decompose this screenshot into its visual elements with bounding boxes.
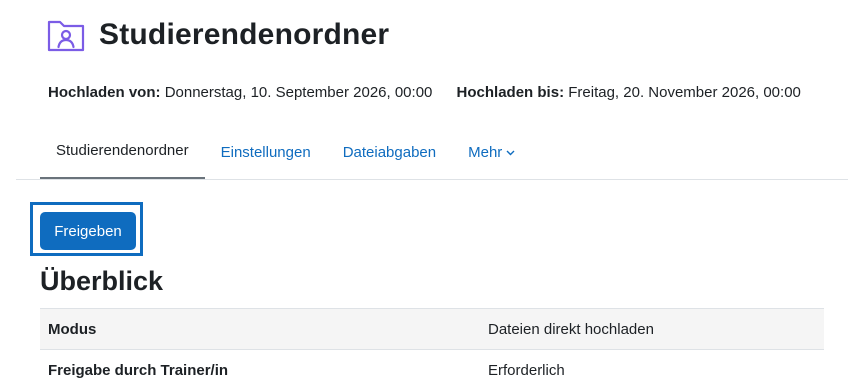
tab-label: Dateiabgaben [342,143,437,161]
upload-from-value: Donnerstag, 10. September 2026, 00:00 [164,84,433,101]
tab-einstellungen[interactable]: Einstellungen [205,124,327,180]
release-button[interactable]: Freigeben [40,212,136,250]
secondary-navigation: Studierendenordner Einstellungen Dateiab… [40,124,531,180]
upload-from: Hochladen von: Donnerstag, 10. September… [48,84,432,101]
upload-from-label: Hochladen von: [48,84,161,101]
tab-studierendenordner[interactable]: Studierendenordner [40,124,205,180]
table-row: Freigabe durch Trainer/in Erforderlich [40,349,824,385]
page-header: Studierendenordner [45,14,389,56]
table-row: Modus Dateien direkt hochladen [40,308,824,350]
tabs-divider [16,179,848,180]
page-title: Studierendenordner [99,18,390,51]
page: Studierendenordner Hochladen von: Donner… [0,0,860,385]
upload-until-value: Freitag, 20. November 2026, 00:00 [568,84,801,101]
table-cell-value: Dateien direkt hochladen [480,308,824,350]
tab-mehr[interactable]: Mehr [452,124,531,180]
tab-label: Studierendenordner [56,142,189,159]
tab-label: Einstellungen [220,143,311,161]
tab-dateiabgaben[interactable]: Dateiabgaben [327,124,452,180]
upload-until-label: Hochladen bis: [456,84,565,101]
overview-title: Überblick [40,266,164,296]
folder-user-icon [45,14,87,56]
overview-table: Modus Dateien direkt hochladen Freigabe … [40,308,824,385]
table-cell-key: Freigabe durch Trainer/in [40,349,480,385]
upload-until: Hochladen bis: Freitag, 20. November 202… [457,84,801,101]
table-cell-value: Erforderlich [480,349,824,385]
upload-dates: Hochladen von: Donnerstag, 10. September… [48,84,801,101]
chevron-down-icon [506,148,515,159]
table-cell-key: Modus [40,308,480,350]
tab-label: Mehr [468,143,503,161]
